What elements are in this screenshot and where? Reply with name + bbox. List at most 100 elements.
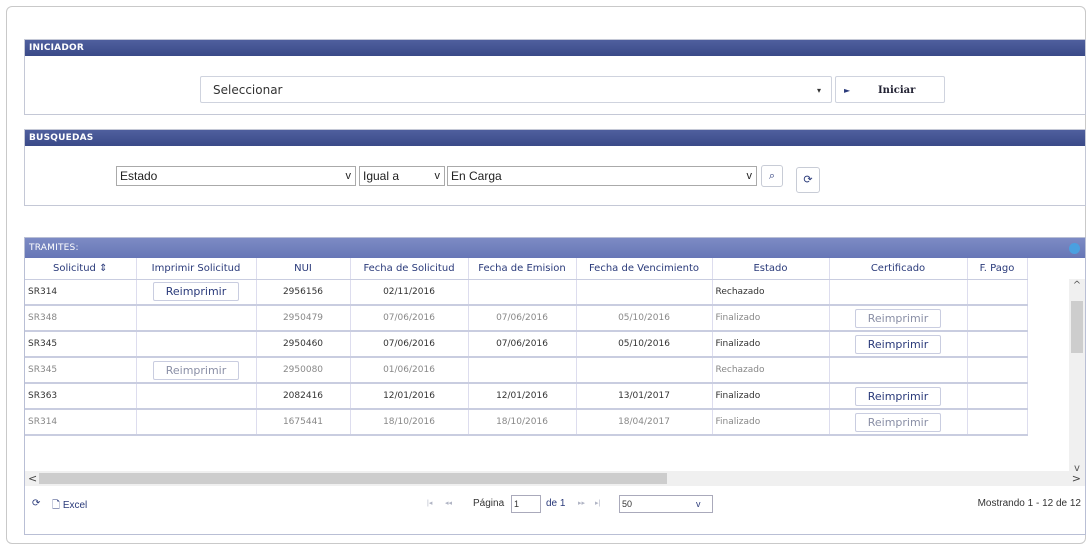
- table-row[interactable]: SR314 1675441 18/10/2016 18/10/2016 18/0…: [25, 409, 1028, 436]
- pager: ⟳ 🗋 Excel |◂ ◂◂ Página 1 de 1 ▸▸ ▸| 50 v…: [25, 490, 1085, 520]
- cell-nui: 2082416: [256, 383, 351, 410]
- page-size-value: 50: [622, 499, 633, 509]
- sort-icon[interactable]: ⇕: [99, 263, 107, 274]
- iniciador-select-value: Seleccionar: [213, 83, 283, 97]
- cell-estado: Finalizado: [712, 383, 830, 410]
- operator-select[interactable]: Igual a v: [359, 166, 445, 186]
- table-row[interactable]: SR348 2950479 07/06/2016 07/06/2016 05/1…: [25, 305, 1028, 332]
- cell-solicitud: SR345: [25, 357, 137, 384]
- field-select[interactable]: Estado v: [116, 166, 356, 186]
- chevron-down-icon: v: [746, 170, 753, 182]
- cell-fecha-emision: 18/10/2016: [468, 409, 577, 436]
- value-select[interactable]: En Carga v: [447, 166, 757, 186]
- cell-imprimir: [136, 409, 257, 436]
- table-row[interactable]: SR363 2082416 12/01/2016 12/01/2016 13/0…: [25, 383, 1028, 410]
- cell-fecha-vencimiento: 05/10/2016: [576, 305, 713, 332]
- next-page-icon[interactable]: ▸▸: [578, 499, 585, 507]
- cell-certificado: Reimprimir: [829, 305, 968, 332]
- col-fecha-vencimiento: Fecha de Vencimiento: [576, 258, 713, 280]
- horizontal-scroll-thumb[interactable]: [39, 473, 667, 484]
- scroll-up-icon[interactable]: ^: [1069, 280, 1085, 291]
- cell-f-pago: [967, 305, 1028, 332]
- page-total-label: de 1: [546, 498, 566, 509]
- cell-fecha-vencimiento: 18/04/2017: [576, 409, 713, 436]
- cell-imprimir: [136, 331, 257, 358]
- horizontal-scrollbar[interactable]: < >: [25, 471, 1085, 486]
- cell-estado: Finalizado: [712, 409, 830, 436]
- reimprimir-certificado-button[interactable]: Reimprimir: [854, 412, 942, 432]
- excel-button[interactable]: 🗋 Excel: [52, 498, 87, 515]
- chevron-down-icon: ▾: [816, 86, 821, 95]
- pagina-label: Página: [473, 498, 505, 509]
- value-select-value: En Carga: [451, 169, 502, 183]
- reimprimir-solicitud-button[interactable]: Reimprimir: [152, 360, 240, 380]
- cell-imprimir: Reimprimir: [136, 357, 257, 384]
- table-row[interactable]: SR345 Reimprimir 2950080 01/06/2016 Rech…: [25, 357, 1028, 384]
- cell-fecha-solicitud: 01/06/2016: [350, 357, 469, 384]
- page-size-select[interactable]: 50 v: [619, 495, 713, 513]
- cell-fecha-emision: [468, 279, 577, 306]
- cell-imprimir: [136, 305, 257, 332]
- tramites-title: TRAMITES:: [25, 238, 1085, 258]
- page-number-input[interactable]: 1: [511, 495, 541, 513]
- reimprimir-certificado-button[interactable]: Reimprimir: [854, 334, 942, 354]
- table-header-row: Solicitud ⇕ Imprimir Solicitud NUI Fecha…: [25, 258, 1028, 280]
- prev-page-icon[interactable]: ◂◂: [445, 499, 452, 507]
- refresh-button[interactable]: ⟳: [796, 167, 820, 193]
- cell-fecha-solicitud: 07/06/2016: [350, 331, 469, 358]
- cell-nui: 1675441: [256, 409, 351, 436]
- play-icon: ►: [844, 85, 851, 95]
- cell-f-pago: [967, 357, 1028, 384]
- iniciar-button-label: Iniciar: [878, 85, 916, 96]
- refresh-icon[interactable]: ⟳: [32, 498, 40, 509]
- cell-certificado: Reimprimir: [829, 331, 968, 358]
- excel-label: Excel: [62, 500, 88, 511]
- col-fecha-emision: Fecha de Emision: [468, 258, 577, 280]
- cell-f-pago: [967, 279, 1028, 306]
- collapse-icon[interactable]: [1069, 243, 1080, 254]
- cell-fecha-vencimiento: [576, 357, 713, 384]
- iniciador-title: INICIADOR: [25, 40, 1085, 56]
- cell-estado: Finalizado: [712, 305, 830, 332]
- cell-fecha-solicitud: 07/06/2016: [350, 305, 469, 332]
- showing-count: Mostrando 1 - 12 de 12: [977, 498, 1081, 509]
- vertical-scrollbar[interactable]: ^ v: [1069, 279, 1085, 475]
- cell-solicitud: SR348: [25, 305, 137, 332]
- cell-fecha-solicitud: 02/11/2016: [350, 279, 469, 306]
- first-page-icon[interactable]: |◂: [427, 499, 432, 507]
- cell-f-pago: [967, 409, 1028, 436]
- tramites-panel: TRAMITES: Solicitud ⇕ Imprimir Solicitud…: [24, 237, 1086, 535]
- reimprimir-certificado-button[interactable]: Reimprimir: [854, 308, 942, 328]
- cell-nui: 2950080: [256, 357, 351, 384]
- iniciador-select[interactable]: Seleccionar ▾: [200, 76, 832, 103]
- vertical-scroll-thumb[interactable]: [1071, 301, 1083, 353]
- table-row[interactable]: SR314 Reimprimir 2956156 02/11/2016 Rech…: [25, 279, 1028, 306]
- cell-fecha-solicitud: 12/01/2016: [350, 383, 469, 410]
- cell-certificado: Reimprimir: [829, 383, 968, 410]
- reimprimir-solicitud-button[interactable]: Reimprimir: [152, 282, 240, 302]
- cell-f-pago: [967, 331, 1028, 358]
- col-estado: Estado: [712, 258, 830, 280]
- document-icon: 🗋: [52, 500, 61, 511]
- iniciar-button[interactable]: ► Iniciar: [835, 76, 945, 103]
- scroll-left-icon[interactable]: <: [28, 471, 37, 486]
- cell-fecha-emision: 07/06/2016: [468, 331, 577, 358]
- last-page-icon[interactable]: ▸|: [595, 499, 600, 507]
- search-button[interactable]: ⌕: [761, 165, 783, 187]
- operator-select-value: Igual a: [363, 169, 400, 183]
- cell-fecha-vencimiento: 05/10/2016: [576, 331, 713, 358]
- reimprimir-certificado-button[interactable]: Reimprimir: [854, 386, 942, 406]
- chevron-down-icon: v: [696, 499, 701, 509]
- cell-fecha-vencimiento: 13/01/2017: [576, 383, 713, 410]
- cell-certificado: [829, 357, 968, 384]
- cell-fecha-vencimiento: [576, 279, 713, 306]
- table-row[interactable]: SR345 2950460 07/06/2016 07/06/2016 05/1…: [25, 331, 1028, 358]
- col-imprimir: Imprimir Solicitud: [136, 258, 257, 280]
- col-solicitud[interactable]: Solicitud ⇕: [25, 258, 137, 280]
- busquedas-panel: BUSQUEDAS Estado v Igual a v En Carga v …: [24, 129, 1086, 206]
- scroll-right-icon[interactable]: >: [1072, 471, 1081, 486]
- chevron-down-icon: v: [434, 170, 441, 182]
- cell-certificado: Reimprimir: [829, 409, 968, 436]
- cell-fecha-emision: [468, 357, 577, 384]
- cell-solicitud: SR314: [25, 279, 137, 306]
